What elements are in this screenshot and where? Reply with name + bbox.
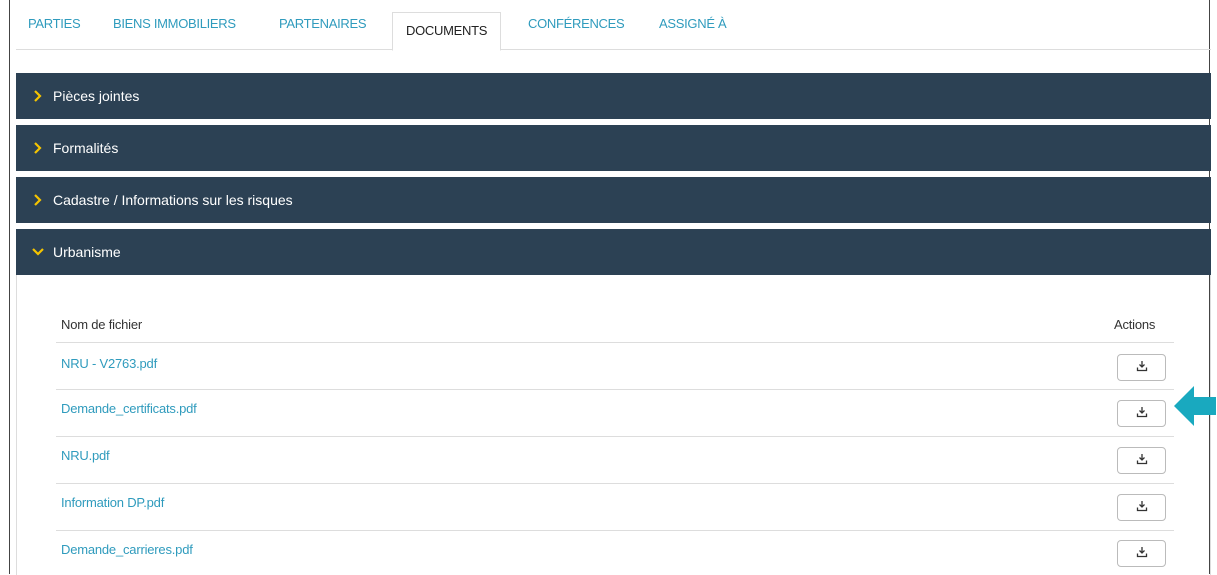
tab-bar: PARTIES BIENS IMMOBILIERS PARTENAIRES DO… (16, 12, 1211, 51)
tab-biens-immobiliers[interactable]: BIENS IMMOBILIERS (113, 16, 236, 50)
download-icon (1136, 499, 1148, 517)
chevron-down-icon (32, 246, 44, 258)
panel-cadastre[interactable]: Cadastre / Informations sur les risques (16, 177, 1211, 223)
tab-conferences[interactable]: CONFÉRENCES (528, 16, 625, 50)
download-button[interactable] (1117, 494, 1166, 521)
panel-formalites[interactable]: Formalités (16, 125, 1211, 171)
callout-arrow-icon (1174, 386, 1216, 431)
download-icon (1136, 452, 1148, 470)
download-icon (1136, 545, 1148, 563)
column-header-filename: Nom de fichier (61, 317, 143, 332)
column-header-actions: Actions (1114, 317, 1156, 332)
file-link[interactable]: Information DP.pdf (61, 495, 164, 510)
download-button[interactable] (1117, 540, 1166, 567)
file-link[interactable]: Demande_certificats.pdf (61, 401, 197, 416)
tab-documents[interactable]: DOCUMENTS (392, 12, 502, 51)
download-button[interactable] (1117, 400, 1166, 427)
row-divider (56, 389, 1174, 390)
panel-pieces-jointes[interactable]: Pièces jointes (16, 73, 1211, 119)
download-icon (1136, 359, 1148, 377)
panel-label: Cadastre / Informations sur les risques (53, 192, 293, 208)
row-divider (56, 483, 1174, 484)
tab-assigne-a[interactable]: ASSIGNÉ À (659, 16, 727, 50)
panel-urbanisme[interactable]: Urbanisme (16, 229, 1211, 275)
panel-label: Pièces jointes (53, 88, 140, 104)
panel-label: Urbanisme (53, 244, 121, 260)
row-divider (56, 342, 1174, 343)
download-icon (1136, 405, 1148, 423)
chevron-right-icon (32, 194, 44, 206)
panel-label: Formalités (53, 140, 119, 156)
chevron-right-icon (32, 90, 44, 102)
chevron-right-icon (32, 142, 44, 154)
row-divider (56, 530, 1174, 531)
download-button[interactable] (1117, 447, 1166, 474)
download-button[interactable] (1117, 354, 1166, 381)
row-divider (56, 436, 1174, 437)
file-link[interactable]: NRU - V2763.pdf (61, 356, 157, 371)
file-link[interactable]: Demande_carrieres.pdf (61, 542, 193, 557)
file-link[interactable]: NRU.pdf (61, 448, 110, 463)
tab-parties[interactable]: PARTIES (28, 16, 81, 50)
tab-partenaires[interactable]: PARTENAIRES (279, 16, 367, 50)
